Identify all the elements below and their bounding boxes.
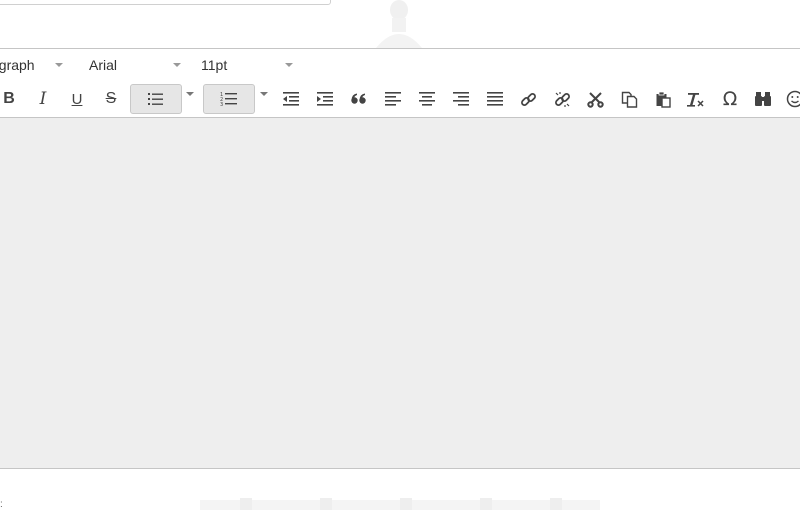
editor-statusbar: [0, 469, 800, 500]
bullet-list-options-caret[interactable]: [186, 92, 194, 96]
omega-icon: Ω: [722, 88, 738, 110]
underline-icon: U: [71, 90, 83, 108]
rich-text-editor: agraph Arial 11pt B I U S: [0, 48, 800, 500]
editor-content-area[interactable]: [0, 118, 800, 469]
align-center-icon: [419, 92, 435, 106]
strikethrough-button[interactable]: S: [97, 85, 125, 113]
top-text-input[interactable]: [0, 0, 331, 5]
watermark-emblem-top: [372, 0, 426, 48]
bullet-list-icon: [148, 93, 163, 105]
bullet-list-button[interactable]: [130, 84, 182, 114]
align-justify-button[interactable]: [481, 85, 509, 113]
emoticon-icon: [786, 90, 800, 108]
italic-icon: I: [39, 89, 47, 109]
below-editor-text: :: [0, 499, 3, 510]
insert-link-button[interactable]: [514, 85, 542, 113]
format-selectors-bar: agraph Arial 11pt: [0, 49, 800, 81]
font-size-select-label: 11pt: [201, 57, 228, 73]
numbered-list-icon: 1 2 3: [220, 92, 237, 108]
formatting-toolbar: B I U S 1 2 3 Ω: [0, 81, 800, 118]
special-character-button[interactable]: Ω: [716, 85, 744, 113]
link-icon: [520, 92, 536, 106]
unlink-icon: [554, 91, 570, 107]
cut-button[interactable]: [581, 85, 609, 113]
align-right-icon: [453, 92, 469, 106]
format-select[interactable]: agraph: [0, 49, 73, 81]
outdent-button[interactable]: [277, 85, 305, 113]
scissors-icon: [586, 91, 604, 108]
find-replace-button[interactable]: [749, 85, 777, 113]
strikethrough-icon: S: [105, 90, 117, 107]
numbered-list-options-caret[interactable]: [260, 92, 268, 96]
remove-link-button[interactable]: [548, 85, 576, 113]
copy-icon: [621, 91, 637, 108]
align-center-button[interactable]: [413, 85, 441, 113]
font-family-select-label: Arial: [89, 57, 118, 73]
paste-icon: [656, 91, 671, 108]
format-select-label: agraph: [0, 57, 35, 73]
bold-button[interactable]: B: [0, 85, 23, 113]
blockquote-icon: [351, 93, 366, 104]
clear-formatting-icon: [687, 92, 704, 107]
numbered-list-button[interactable]: 1 2 3: [203, 84, 255, 114]
font-family-select[interactable]: Arial: [89, 49, 189, 81]
clear-formatting-button[interactable]: [682, 85, 710, 113]
italic-button[interactable]: I: [29, 85, 57, 113]
chevron-down-icon: [173, 63, 181, 67]
chevron-down-icon: [55, 63, 63, 67]
emoticons-button[interactable]: [781, 85, 800, 113]
align-right-button[interactable]: [447, 85, 475, 113]
underline-button[interactable]: U: [63, 85, 91, 113]
copy-button[interactable]: [615, 85, 643, 113]
indent-button[interactable]: [311, 85, 339, 113]
watermark-emblem-bottom: [180, 498, 620, 510]
indent-icon: [317, 92, 333, 106]
align-justify-icon: [487, 92, 503, 106]
binoculars-icon: [755, 92, 771, 106]
chevron-down-icon: [285, 63, 293, 67]
outdent-icon: [283, 92, 299, 106]
paste-button[interactable]: [649, 85, 677, 113]
font-size-select[interactable]: 11pt: [201, 49, 301, 81]
blockquote-button[interactable]: [345, 85, 373, 113]
align-left-button[interactable]: [379, 85, 407, 113]
svg-text:3: 3: [220, 102, 223, 108]
bold-icon: B: [3, 90, 15, 107]
align-left-icon: [385, 92, 401, 106]
